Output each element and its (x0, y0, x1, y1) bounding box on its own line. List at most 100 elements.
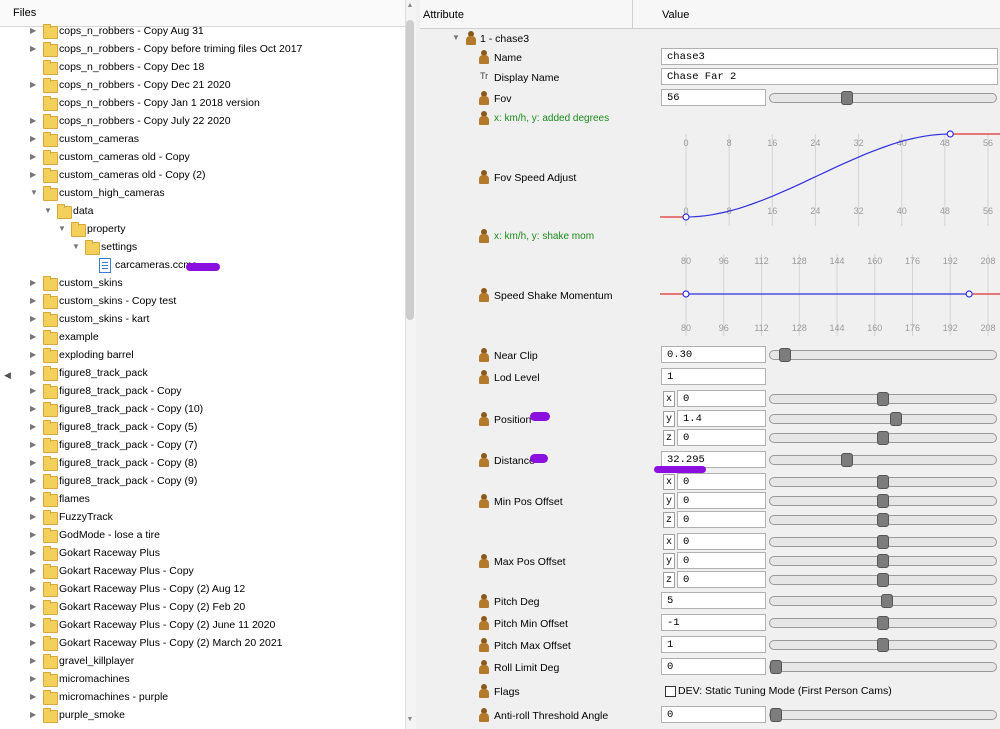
fov-curve-hint: x: km/h, y: added degrees (494, 113, 610, 124)
min-pos-offset-z-field[interactable]: 0 (677, 511, 766, 528)
roll-limit-deg-slider-handle[interactable] (770, 660, 782, 674)
max-pos-offset-y-field[interactable]: 0 (677, 552, 766, 569)
curve-tick-label: 144 (829, 256, 844, 266)
position-y-axis-label: y (663, 411, 675, 427)
root-node-label[interactable]: 1 - chase3 (480, 33, 529, 45)
pitch-min-offset-slider-handle[interactable] (877, 616, 889, 630)
min-pos-offset-x-field[interactable]: 0 (677, 473, 766, 490)
max-pos-offset-x-slider[interactable] (769, 535, 997, 549)
position-y-slider[interactable] (769, 412, 997, 426)
roll-limit-deg-slider[interactable] (769, 660, 997, 674)
anti-roll-threshold-field[interactable]: 0 (661, 706, 766, 723)
pitch-min-offset-slider[interactable] (769, 616, 997, 630)
position-x-slider[interactable] (769, 392, 997, 406)
max-pos-offset-z-handle[interactable] (877, 573, 889, 587)
near-clip-field[interactable]: 0.30 (661, 346, 766, 363)
max-pos-offset-z-field[interactable]: 0 (677, 571, 766, 588)
property-icon (478, 91, 490, 105)
min-pos-offset-y-handle[interactable] (877, 494, 889, 508)
lod-level-field[interactable]: 1 (661, 368, 766, 385)
position-y-slider-handle[interactable] (889, 412, 902, 426)
property-icon (478, 370, 490, 384)
pitch-max-offset-field[interactable]: 1 (661, 636, 766, 653)
text-type-icon: Tr (480, 71, 489, 81)
pitch-max-offset-slider-handle[interactable] (877, 638, 889, 652)
name-label: Name (494, 52, 523, 64)
root-expand-icon[interactable]: ▼ (452, 33, 460, 42)
near-clip-label: Near Clip (494, 350, 538, 362)
min-pos-x-axis-label: x (663, 474, 675, 490)
display-name-label: Display Name (494, 72, 560, 84)
fov-speed-adjust-curve-editor[interactable]: 0088161624243232404048485656 (660, 126, 1000, 230)
curve-tick-label: 112 (754, 256, 768, 266)
fov-slider-handle[interactable] (840, 91, 853, 105)
property-icon (478, 111, 490, 125)
speed-shake-curve-editor[interactable]: 80 80 96 96 112 112 128 128 144 144 160 160 176 176 19… (660, 244, 1000, 344)
curve-tick-label: 176 (905, 323, 920, 333)
min-pos-offset-z-slider[interactable] (769, 513, 997, 527)
speed-shake-momentum-label: Speed Shake Momentum (494, 290, 613, 302)
distance-slider-handle[interactable] (840, 453, 853, 467)
property-icon (478, 684, 490, 698)
anti-roll-threshold-slider-handle[interactable] (770, 708, 782, 722)
curve-control-point (682, 290, 690, 298)
property-icon (478, 594, 490, 608)
flags-label: Flags (494, 686, 520, 698)
curve-tick-label: 96 (719, 323, 729, 333)
max-pos-offset-y-handle[interactable] (877, 554, 889, 568)
max-pos-z-axis-label: z (663, 572, 675, 588)
position-z-slider[interactable] (769, 431, 997, 445)
property-icon (478, 453, 490, 467)
distance-slider[interactable] (769, 453, 997, 467)
static-tuning-checkbox-label[interactable]: DEV: Static Tuning Mode (First Person Ca… (678, 685, 892, 697)
anti-roll-threshold-slider[interactable] (769, 708, 997, 722)
min-pos-offset-label: Min Pos Offset (494, 496, 563, 508)
min-pos-y-axis-label: y (663, 493, 675, 509)
min-pos-offset-z-handle[interactable] (877, 513, 889, 527)
position-z-slider-handle[interactable] (877, 431, 889, 445)
roll-limit-deg-field[interactable]: 0 (661, 658, 766, 675)
curve-tick-label: 128 (792, 323, 807, 333)
curve-tick-label: 80 (681, 256, 691, 266)
fov-field[interactable]: 56 (661, 89, 766, 106)
max-pos-offset-x-handle[interactable] (877, 535, 889, 549)
name-field[interactable]: chase3 (661, 48, 998, 65)
fov-speed-adjust-label: Fov Speed Adjust (494, 172, 577, 184)
near-clip-slider-handle[interactable] (778, 348, 791, 362)
near-clip-slider[interactable] (769, 348, 997, 362)
max-pos-offset-x-field[interactable]: 0 (677, 533, 766, 550)
position-y-field[interactable]: 1.4 (677, 410, 766, 427)
curve-tick-label: 48 (940, 138, 950, 148)
max-pos-offset-y-slider[interactable] (769, 554, 997, 568)
pitch-deg-slider[interactable] (769, 594, 997, 608)
position-x-field[interactable]: 0 (677, 390, 766, 407)
curve-tick-label: 160 (867, 256, 882, 266)
pitch-deg-slider-handle[interactable] (881, 594, 894, 608)
curve-tick-label: 128 (792, 256, 807, 266)
pitch-deg-field[interactable]: 5 (661, 592, 766, 609)
display-name-field[interactable]: Chase Far 2 (661, 68, 998, 85)
position-x-slider-handle[interactable] (877, 392, 889, 406)
pitch-min-offset-field[interactable]: -1 (661, 614, 766, 631)
max-pos-offset-z-slider[interactable] (769, 573, 997, 587)
min-pos-offset-y-slider[interactable] (769, 494, 997, 508)
curve-control-point (682, 213, 690, 221)
min-pos-offset-y-field[interactable]: 0 (677, 492, 766, 509)
pitch-max-offset-slider[interactable] (769, 638, 997, 652)
property-icon (478, 708, 490, 722)
property-icon (478, 660, 490, 674)
static-tuning-checkbox[interactable] (665, 686, 676, 697)
property-icon (478, 412, 490, 426)
curve-tick-label: 0 (683, 138, 688, 148)
pitch-max-offset-label: Pitch Max Offset (494, 640, 571, 652)
fov-slider[interactable] (769, 91, 997, 105)
fov-label: Fov (494, 93, 512, 105)
curve-tick-label: 192 (943, 256, 958, 266)
curve-tick-label: 160 (867, 323, 882, 333)
pitch-deg-label: Pitch Deg (494, 596, 540, 608)
curve-tick-label: 192 (943, 323, 958, 333)
min-pos-offset-x-handle[interactable] (877, 475, 889, 489)
position-z-field[interactable]: 0 (677, 429, 766, 446)
min-pos-offset-x-slider[interactable] (769, 475, 997, 489)
curve-tick-label: 32 (854, 138, 864, 148)
